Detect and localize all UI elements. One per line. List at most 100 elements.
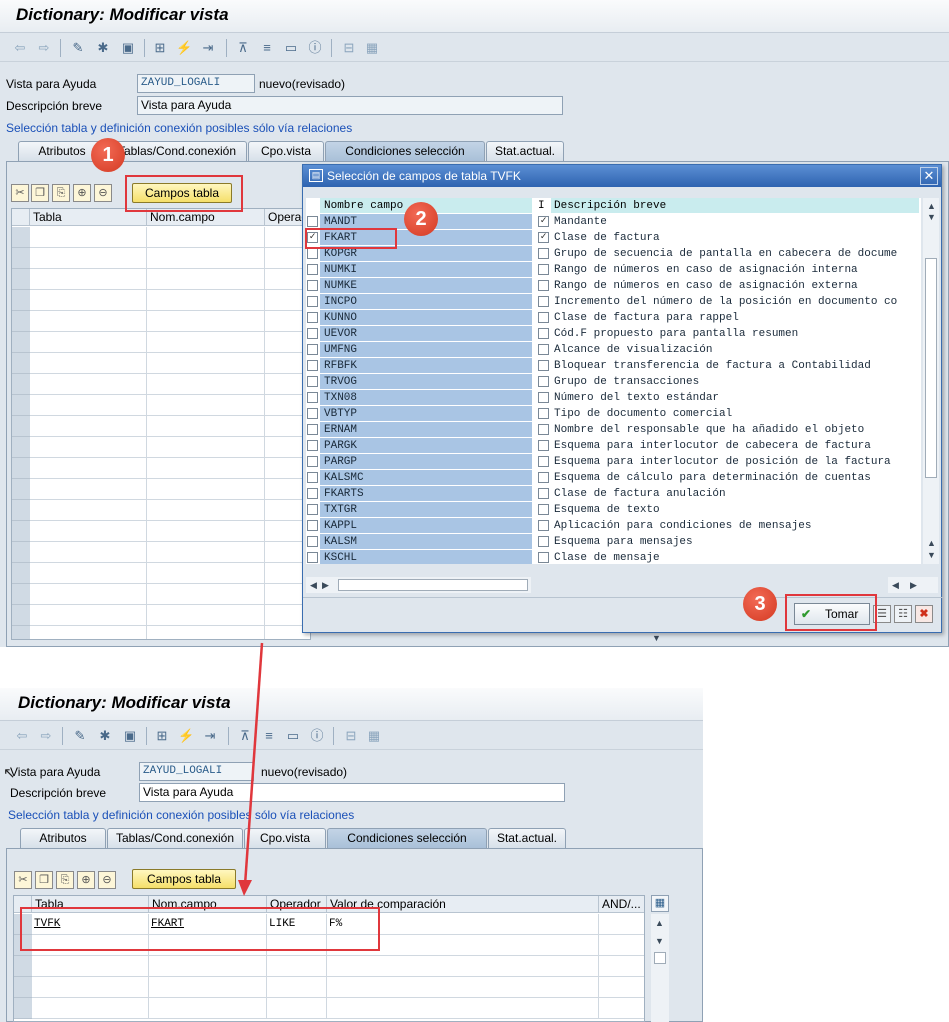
field-checkbox[interactable] bbox=[307, 552, 318, 563]
field-checkbox[interactable] bbox=[307, 344, 318, 355]
scroll-thumb[interactable] bbox=[925, 258, 937, 478]
cut-icon[interactable]: ✂ bbox=[14, 871, 32, 889]
tab-tablas[interactable]: Tablas/Cond.conexión bbox=[107, 141, 247, 161]
display-object-list-icon[interactable]: ▭ bbox=[285, 728, 301, 744]
magic-wand-icon[interactable]: ⚡ bbox=[178, 728, 194, 744]
campos-tabla-button[interactable]: Campos tabla bbox=[132, 869, 236, 889]
deselect-all-icon[interactable]: ☷ bbox=[894, 605, 912, 623]
scroll-thumb[interactable] bbox=[654, 952, 666, 964]
where-used-icon[interactable]: ⊞ bbox=[154, 728, 170, 744]
forward-icon[interactable]: ⇨ bbox=[38, 728, 54, 744]
col-header-and[interactable]: AND/... bbox=[599, 896, 644, 913]
row-selector[interactable] bbox=[12, 269, 30, 290]
field-checkbox[interactable] bbox=[307, 312, 318, 323]
row-selector[interactable] bbox=[12, 248, 30, 269]
scroll-left-arrow[interactable]: ◀ bbox=[310, 580, 317, 590]
row-selector[interactable] bbox=[12, 479, 30, 500]
stack-icon[interactable]: ≡ bbox=[259, 40, 275, 56]
field-row[interactable]: KUNNO Clase de factura para rappel bbox=[306, 310, 921, 326]
row-selector[interactable] bbox=[14, 956, 32, 977]
row-selector[interactable] bbox=[12, 626, 30, 639]
tab-stat-actual[interactable]: Stat.actual. bbox=[486, 141, 564, 161]
scroll-right-arrow[interactable]: ▶ bbox=[322, 580, 329, 590]
forward-icon[interactable]: ⇨ bbox=[36, 40, 52, 56]
field-row[interactable]: VBTYP Tipo de documento comercial bbox=[306, 406, 921, 422]
vista-field[interactable]: ZAYUD_LOGALI bbox=[137, 74, 255, 93]
change-display-icon[interactable]: ✎ bbox=[70, 40, 86, 56]
field-row[interactable]: PARGP Esquema para interlocutor de posici… bbox=[306, 454, 921, 470]
row-selector[interactable] bbox=[12, 437, 30, 458]
field-checkbox[interactable] bbox=[307, 328, 318, 339]
desc-field[interactable]: Vista para Ayuda bbox=[137, 96, 563, 115]
field-row[interactable]: TXN08 Número del texto estándar bbox=[306, 390, 921, 406]
activate-icon[interactable]: ✱ bbox=[97, 728, 113, 744]
close-icon[interactable]: ✕ bbox=[920, 167, 938, 185]
tab-cpo-vista[interactable]: Cpo.vista bbox=[248, 141, 324, 161]
field-row[interactable]: MANDT ✓ Mandante bbox=[306, 214, 921, 230]
scroll-down-arrow[interactable]: ▲ bbox=[927, 538, 936, 548]
bottom-vscroll[interactable]: ▲ ▼ bbox=[651, 914, 669, 1022]
scroll-thumb[interactable] bbox=[338, 579, 528, 591]
row-selector[interactable] bbox=[12, 416, 30, 437]
insert-row-icon[interactable]: ⊕ bbox=[77, 871, 95, 889]
scroll-down-arrow[interactable]: ▼ bbox=[652, 633, 661, 643]
dialog-hscroll-right[interactable]: ◀ ▶ bbox=[888, 577, 938, 593]
field-checkbox[interactable] bbox=[307, 392, 318, 403]
row-selector[interactable] bbox=[12, 458, 30, 479]
dialog-vscroll[interactable]: ▲ ▼ ▲ ▼ bbox=[923, 198, 939, 564]
copy-icon[interactable]: ❐ bbox=[31, 184, 49, 202]
row-selector[interactable] bbox=[12, 374, 30, 395]
row-selector[interactable] bbox=[12, 605, 30, 626]
field-checkbox[interactable] bbox=[307, 376, 318, 387]
row-selector[interactable] bbox=[12, 563, 30, 584]
tab-condiciones[interactable]: Condiciones selección bbox=[327, 828, 487, 848]
tab-stat-actual[interactable]: Stat.actual. bbox=[488, 828, 566, 848]
field-checkbox[interactable] bbox=[307, 440, 318, 451]
insert-row-icon[interactable]: ⊕ bbox=[73, 184, 91, 202]
field-checkbox[interactable] bbox=[307, 280, 318, 291]
technical-settings-icon[interactable]: ⊟ bbox=[343, 728, 359, 744]
info-icon[interactable]: ⓘ bbox=[307, 40, 323, 56]
field-row[interactable]: ERNAM Nombre del responsable que ha añadi… bbox=[306, 422, 921, 438]
info-icon[interactable]: ⓘ bbox=[309, 728, 325, 744]
field-checkbox[interactable] bbox=[307, 360, 318, 371]
grid-icon[interactable]: ▦ bbox=[366, 728, 382, 744]
tab-condiciones[interactable]: Condiciones selección bbox=[325, 141, 485, 161]
field-checkbox[interactable] bbox=[307, 488, 318, 499]
scroll-right-arrow[interactable]: ▶ bbox=[910, 580, 917, 590]
field-row[interactable]: KAPPL Aplicación para condiciones de mens… bbox=[306, 518, 921, 534]
grid-icon[interactable]: ▦ bbox=[364, 40, 380, 56]
row-selector[interactable] bbox=[14, 998, 32, 1019]
dialog-hscroll-left[interactable]: ◀ ▶ bbox=[306, 577, 531, 593]
row-selector[interactable] bbox=[12, 227, 30, 248]
scroll-left-arrow[interactable]: ◀ bbox=[892, 580, 899, 590]
field-row[interactable]: UEVOR Cód.F propuesto para pantalla resum… bbox=[306, 326, 921, 342]
row-selector[interactable] bbox=[12, 290, 30, 311]
cut-icon[interactable]: ✂ bbox=[11, 184, 29, 202]
magic-wand-icon[interactable]: ⚡ bbox=[176, 40, 192, 56]
back-icon[interactable]: ⇦ bbox=[12, 40, 28, 56]
technical-settings-icon[interactable]: ⊟ bbox=[341, 40, 357, 56]
row-selector[interactable] bbox=[12, 395, 30, 416]
delete-row-icon[interactable]: ⊖ bbox=[98, 871, 116, 889]
delete-row-icon[interactable]: ⊖ bbox=[94, 184, 112, 202]
tab-tablas[interactable]: Tablas/Cond.conexión bbox=[107, 828, 243, 848]
field-row[interactable]: TRVOG Grupo de transacciones bbox=[306, 374, 921, 390]
hierarchy-icon[interactable]: ⊼ bbox=[235, 40, 251, 56]
export-icon[interactable]: ⇥ bbox=[202, 728, 218, 744]
row-selector[interactable] bbox=[12, 332, 30, 353]
field-row[interactable]: RFBFK Bloquear transferencia de factura a… bbox=[306, 358, 921, 374]
row-selector[interactable] bbox=[12, 521, 30, 542]
field-checkbox[interactable] bbox=[307, 264, 318, 275]
tab-atributos[interactable]: Atributos bbox=[20, 828, 106, 848]
scroll-down-arrow[interactable]: ▼ bbox=[927, 550, 936, 560]
field-row[interactable]: KSCHL Clase de mensaje bbox=[306, 550, 921, 564]
column-config-icon[interactable]: ▦ bbox=[651, 895, 669, 912]
scroll-up-arrow[interactable]: ▼ bbox=[927, 212, 936, 222]
export-icon[interactable]: ⇥ bbox=[200, 40, 216, 56]
field-row[interactable]: KOPGR Grupo de secuencia de pantalla en c… bbox=[306, 246, 921, 262]
scroll-down-arrow[interactable]: ▼ bbox=[655, 936, 664, 946]
field-checkbox[interactable] bbox=[307, 520, 318, 531]
field-checkbox[interactable] bbox=[307, 424, 318, 435]
cancel-icon[interactable]: ✖ bbox=[915, 605, 933, 623]
